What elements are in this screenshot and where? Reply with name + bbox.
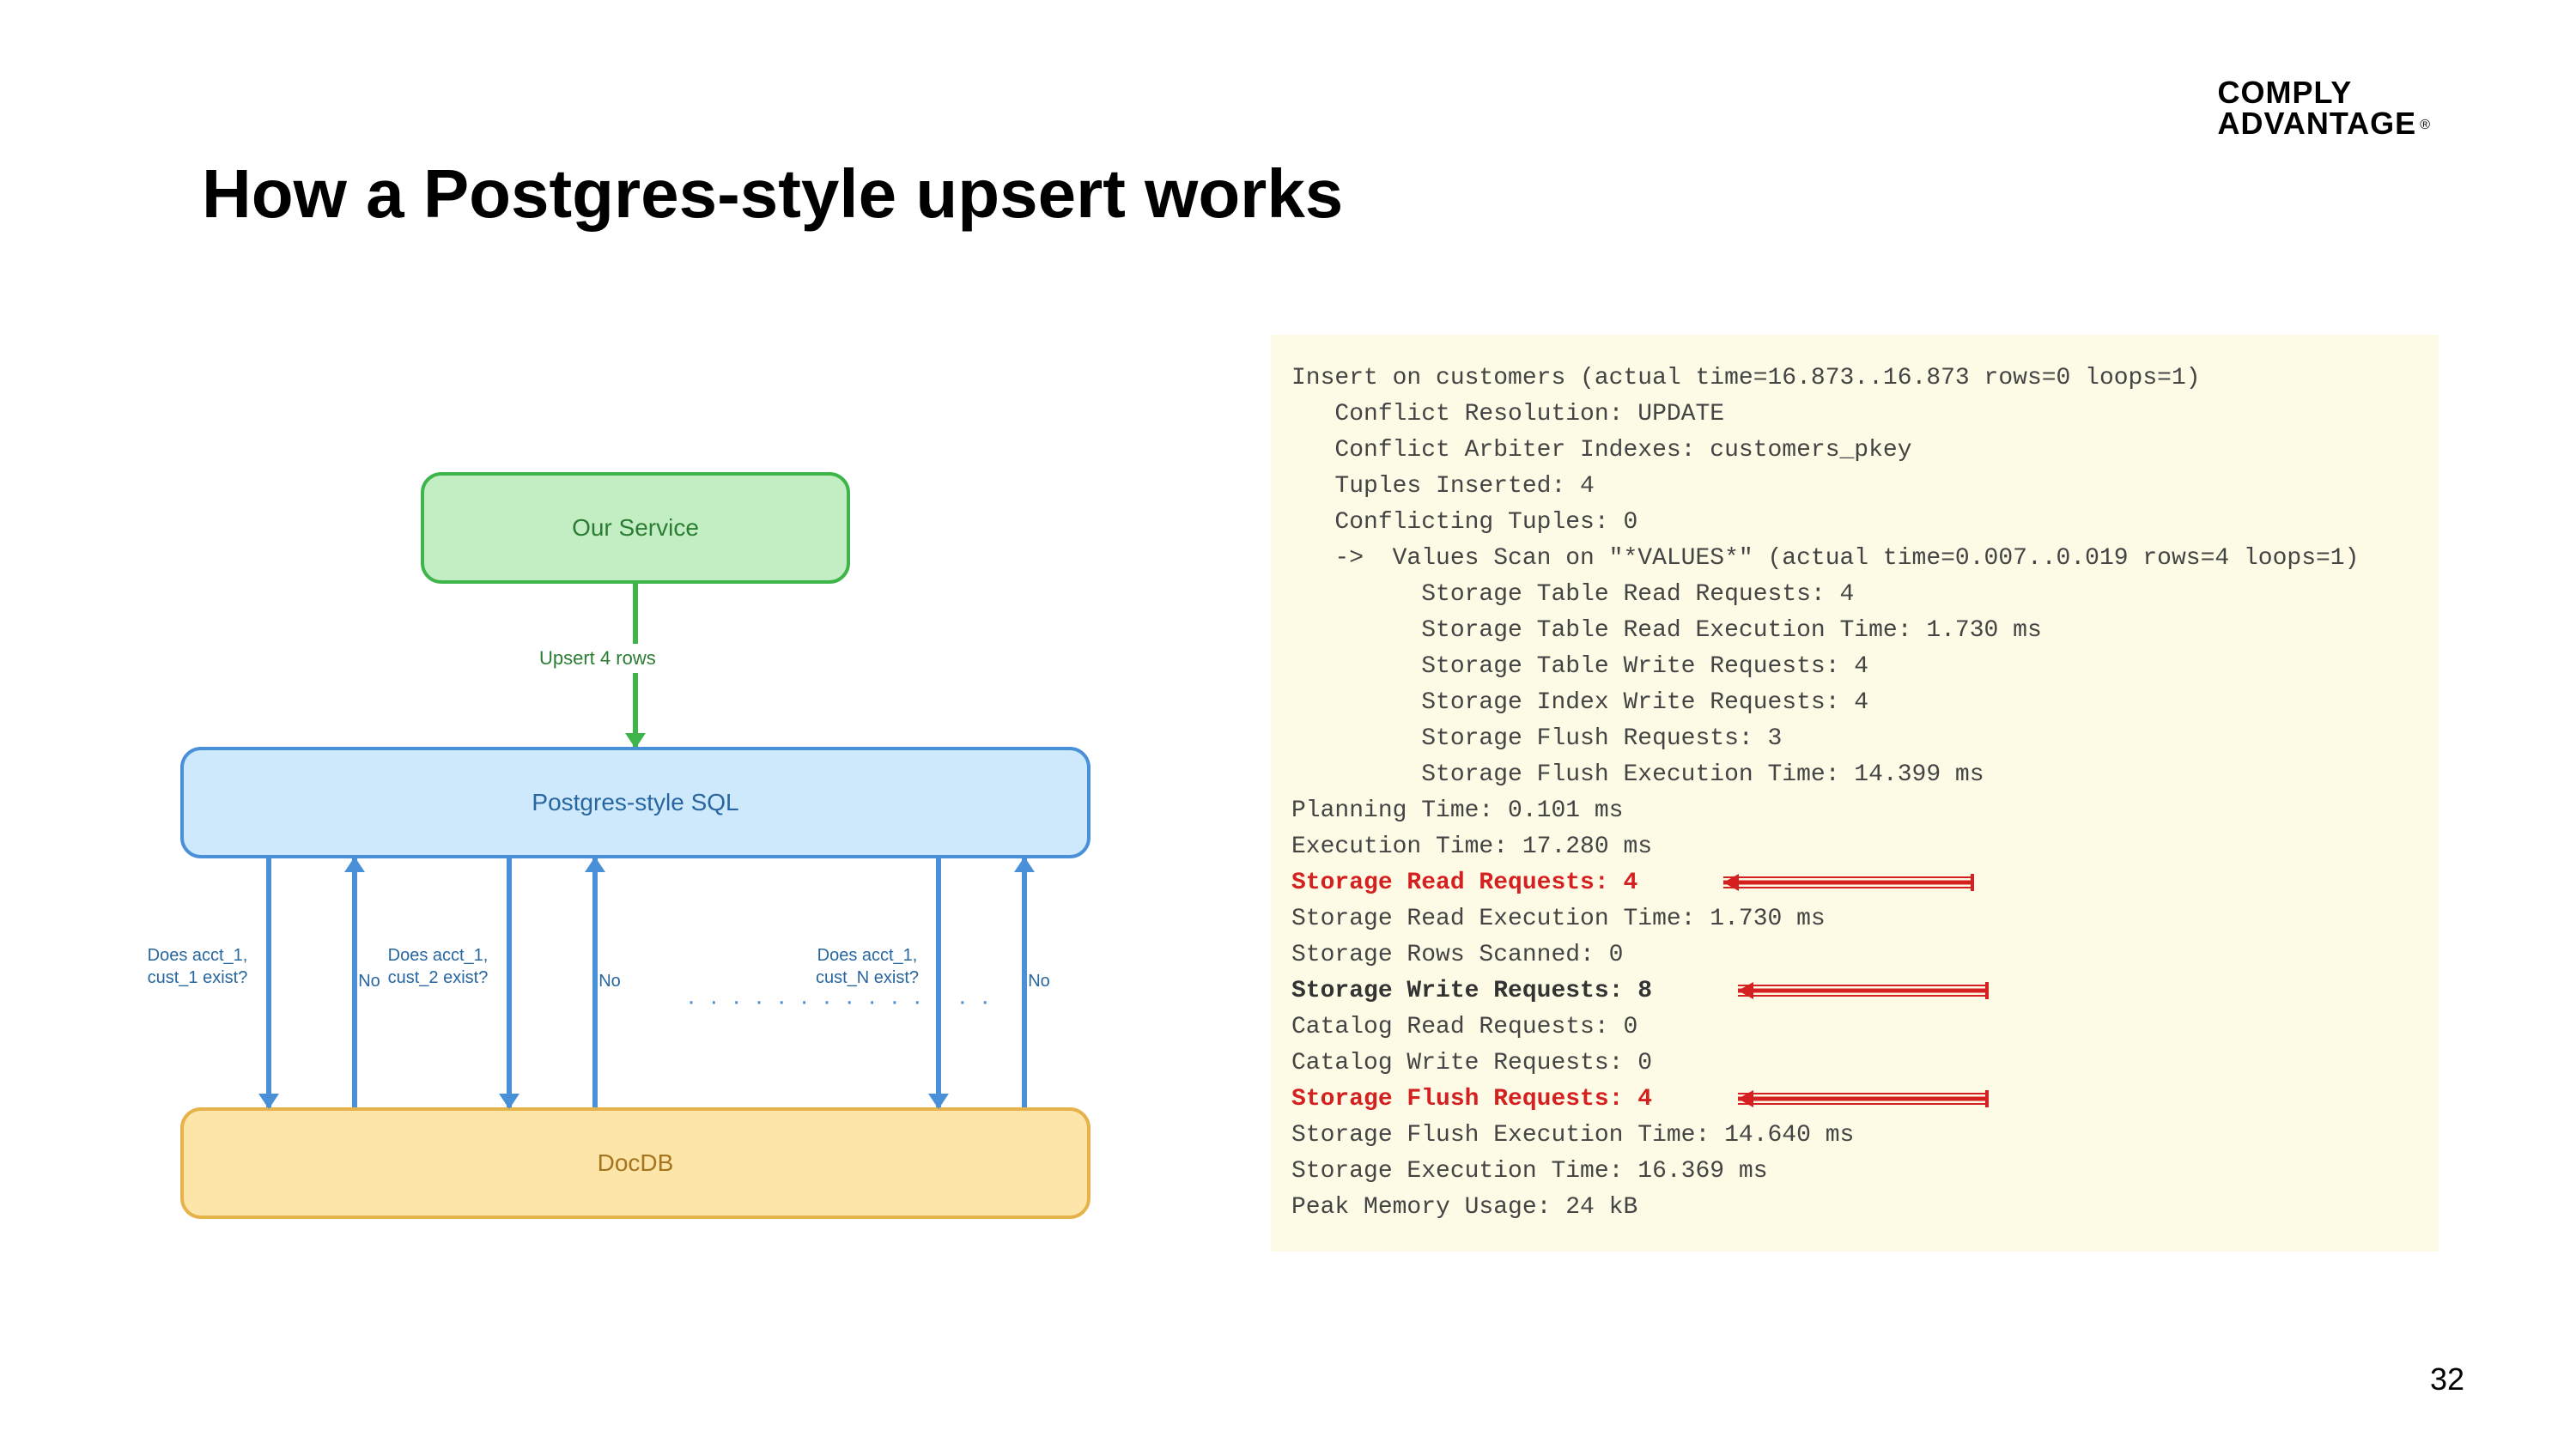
code-l20: Catalog Write Requests: 0 [1291,1050,1652,1076]
query-arrow-1-icon [266,858,271,1107]
code-l21: Storage Flush Requests: 4 [1291,1086,1652,1113]
code-l5: Conflicting Tuples: 0 [1291,509,1637,536]
code-l17: Storage Rows Scanned: 0 [1291,942,1623,968]
code-l7: Storage Table Read Requests: 4 [1291,581,1854,608]
response-label-2: No [541,970,678,992]
code-l1: Insert on customers (actual time=16.873.… [1291,365,2201,391]
slide-title: How a Postgres-style upsert works [202,155,1343,233]
logo-line1: COMPLY [2218,77,2353,108]
page-number: 32 [2430,1361,2464,1397]
code-l22: Storage Flush Execution Time: 14.640 ms [1291,1122,1854,1149]
code-l19: Catalog Read Requests: 0 [1291,1014,1637,1040]
docdb-box: DocDB [180,1107,1091,1219]
code-l18: Storage Write Requests: 8 [1291,978,1652,1004]
highlight-arrow-icon [1721,979,1996,1003]
code-l11: Storage Flush Requests: 3 [1291,725,1782,752]
brand-logo: COMPLY ADVANTAGE® [2218,77,2430,139]
code-l16: Storage Read Execution Time: 1.730 ms [1291,906,1826,932]
ellipsis-dots: · · · · · · · · · · · · · · [687,987,993,1016]
code-l23: Storage Execution Time: 16.369 ms [1291,1158,1768,1185]
code-l8: Storage Table Read Execution Time: 1.730… [1291,617,2042,644]
query-label-2: Does acct_1, cust_2 exist? [369,944,507,989]
logo-registered: ® [2420,118,2430,132]
logo-line2: ADVANTAGE [2218,108,2417,139]
code-l6: -> Values Scan on "*VALUES*" (actual tim… [1291,545,2359,572]
postgres-sql-box: Postgres-style SQL [180,747,1091,858]
query-arrow-n-icon [936,858,941,1107]
code-l24: Peak Memory Usage: 24 kB [1291,1194,1637,1221]
code-l3: Conflict Arbiter Indexes: customers_pkey [1291,437,1912,464]
query-label-1: Does acct_1, cust_1 exist? [129,944,266,989]
code-l10: Storage Index Write Requests: 4 [1291,689,1868,716]
code-l4: Tuples Inserted: 4 [1291,473,1595,500]
response-label-n: No [970,970,1108,992]
code-l15: Storage Read Requests: 4 [1291,870,1637,896]
highlight-arrow-icon [1706,870,1981,894]
code-l12: Storage Flush Execution Time: 14.399 ms [1291,761,1984,788]
explain-output: Insert on customers (actual time=16.873.… [1271,335,2439,1252]
diagram-container: Our Service Upsert 4 rows Postgres-style… [163,369,1194,1228]
code-l2: Conflict Resolution: UPDATE [1291,401,1724,427]
code-l14: Execution Time: 17.280 ms [1291,834,1652,860]
query-label-n: Does acct_1, cust_N exist? [799,944,936,989]
our-service-box: Our Service [421,472,850,584]
upsert-label: Upsert 4 rows [532,644,663,673]
code-l13: Planning Time: 0.101 ms [1291,797,1623,824]
highlight-arrow-icon [1721,1087,1996,1111]
code-l9: Storage Table Write Requests: 4 [1291,653,1868,680]
query-arrow-2-icon [507,858,512,1107]
